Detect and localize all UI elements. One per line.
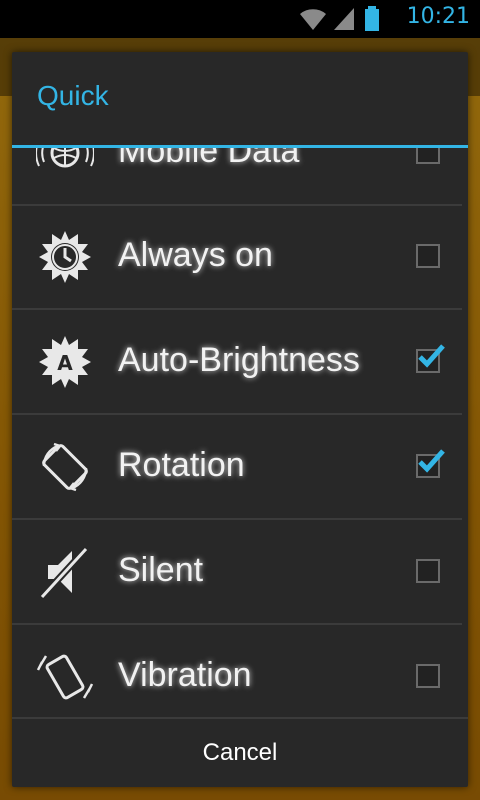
divider	[12, 413, 462, 415]
item-label: Mobile Data	[118, 148, 300, 170]
item-label: Auto-Brightness	[118, 341, 360, 379]
silent-checkbox[interactable]	[416, 559, 440, 583]
svg-text:A: A	[57, 351, 73, 375]
vibration-checkbox[interactable]	[416, 664, 440, 688]
quick-settings-dialog: Quick Mobile Data Always on A Auto-Brigh…	[12, 52, 468, 787]
list-item-always-on[interactable]: Always on	[12, 206, 468, 310]
settings-list[interactable]: Mobile Data Always on A Auto-Brightness	[12, 148, 468, 715]
divider	[12, 308, 462, 310]
rotation-icon	[42, 442, 88, 492]
auto-brightness-icon: A	[39, 336, 91, 388]
mobile-data-checkbox[interactable]	[416, 148, 440, 164]
status-time: 10:21	[406, 4, 470, 29]
list-item-auto-brightness[interactable]: A Auto-Brightness	[12, 311, 468, 415]
cancel-button[interactable]: Cancel	[12, 719, 468, 787]
list-item-vibration[interactable]: Vibration	[12, 626, 468, 715]
status-bar: 10:21	[0, 0, 480, 38]
checkmark-icon	[418, 344, 445, 368]
item-label: Always on	[118, 236, 273, 274]
speaker-muted-icon	[39, 546, 89, 600]
wifi-icon	[300, 9, 326, 31]
list-item-rotation[interactable]: Rotation	[12, 416, 468, 520]
auto-brightness-checkbox[interactable]	[416, 344, 445, 373]
globe-signal-icon	[36, 148, 94, 168]
vibration-icon	[36, 654, 94, 700]
dialog-title: Quick	[37, 80, 109, 111]
rotation-checkbox[interactable]	[416, 449, 445, 478]
always-on-checkbox[interactable]	[416, 244, 440, 268]
item-label: Silent	[118, 551, 204, 589]
list-item-silent[interactable]: Silent	[12, 521, 468, 625]
item-label: Vibration	[118, 656, 252, 694]
divider	[12, 623, 462, 625]
list-item-mobile-data[interactable]: Mobile Data	[12, 148, 468, 206]
divider	[12, 518, 462, 520]
dialog-footer: Cancel	[12, 717, 468, 787]
checkmark-icon	[418, 449, 445, 473]
signal-icon	[334, 8, 354, 30]
item-label: Rotation	[118, 446, 245, 484]
battery-icon	[365, 6, 379, 31]
sun-clock-icon	[39, 231, 91, 283]
